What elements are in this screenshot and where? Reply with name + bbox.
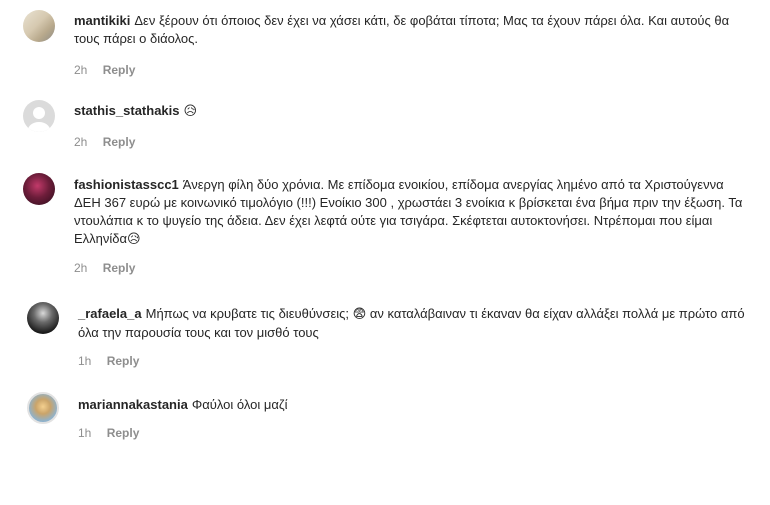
username-link[interactable]: mantikiki	[74, 13, 130, 28]
timestamp[interactable]: 1h	[78, 426, 91, 440]
comment-meta: 1h Reply	[78, 426, 139, 440]
avatar[interactable]	[23, 100, 55, 132]
timestamp[interactable]: 2h	[74, 135, 87, 149]
comment-text: mariannakastania Φαύλοι όλοι μαζί	[78, 396, 758, 414]
timestamp[interactable]: 2h	[74, 63, 87, 77]
comment-meta: 2h Reply	[74, 261, 135, 275]
username-link[interactable]: fashionistassсс1	[74, 177, 179, 192]
username-link[interactable]: _rafaela_a	[78, 306, 142, 321]
timestamp[interactable]: 1h	[78, 354, 91, 368]
reply-button[interactable]: Reply	[107, 354, 140, 368]
username-link[interactable]: stathis_stathakis	[74, 103, 180, 118]
comment-meta: 2h Reply	[74, 135, 135, 149]
comment-text: fashionistassсс1 Άνεργη φίλη δύο χρόνια. …	[74, 176, 744, 249]
avatar[interactable]	[27, 392, 59, 424]
sad-face-emoji: 😥	[183, 104, 198, 119]
comment-text: _rafaela_a Μήπως να κρυβατε τις διευθύνσε…	[78, 305, 746, 342]
default-avatar-icon	[28, 107, 50, 132]
reply-button[interactable]: Reply	[107, 426, 140, 440]
timestamp[interactable]: 2h	[74, 261, 87, 275]
username-link[interactable]: mariannakastania	[78, 397, 188, 412]
reply-button[interactable]: Reply	[103, 135, 136, 149]
comment-meta: 1h Reply	[78, 354, 139, 368]
comment-text: stathis_stathakis 😥	[74, 102, 754, 121]
comment-body: Δεν ξέρουν ότι όποιος δεν έχει να χάσει …	[74, 13, 730, 46]
reply-button[interactable]: Reply	[103, 63, 136, 77]
sad-face-emoji: 😥	[127, 232, 141, 247]
fearful-face-emoji: 😨	[352, 307, 367, 322]
reply-button[interactable]: Reply	[103, 261, 136, 275]
comment-text: mantikiki Δεν ξέρουν ότι όποιος δεν έχει …	[74, 12, 754, 48]
avatar[interactable]	[23, 173, 55, 205]
avatar[interactable]	[23, 10, 55, 42]
comment-body: Φαύλοι όλοι μαζί	[191, 397, 288, 412]
comment-body-before: Μήπως να κρυβατε τις διευθύνσεις;	[145, 306, 350, 321]
avatar[interactable]	[27, 302, 59, 334]
comment-meta: 2h Reply	[74, 63, 135, 77]
